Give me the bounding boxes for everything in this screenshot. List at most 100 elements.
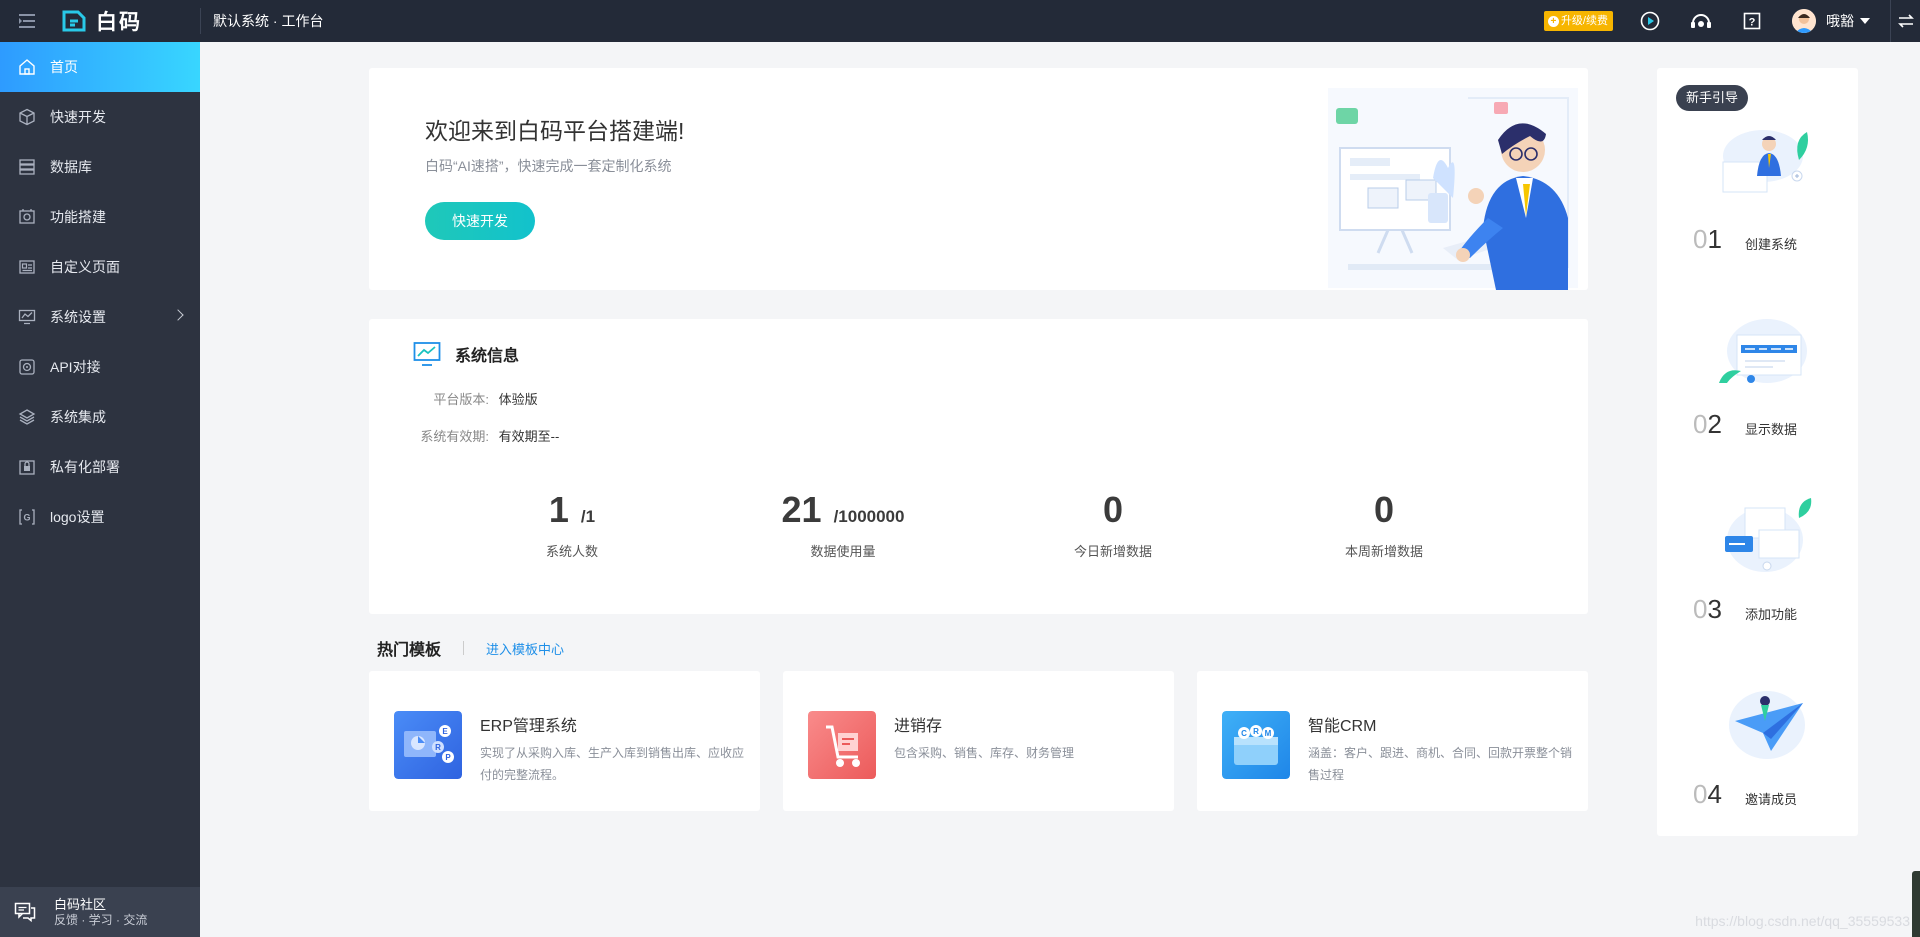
sidebar-item-api[interactable]: API对接 [0,342,200,392]
page-icon [19,260,35,274]
sidebar-item-label: 系统设置 [50,309,106,325]
community-link[interactable]: 白码社区 反馈 · 学习 · 交流 [0,887,200,937]
stat-value: 0 [1102,489,1124,530]
template-desc: 实现了从采购入库、生产入库到销售出库、应收应付的完整流程。 [480,746,745,782]
step-number: 03 [1693,594,1722,624]
headset-icon[interactable] [1690,10,1712,32]
stat-label: 系统人数 [545,544,598,559]
community-title: 白码社区 [54,897,107,912]
stat-data-usage: 21/1000000 数据使用量 [743,489,943,560]
welcome-card: 欢迎来到白码平台搭建端! 白码“AI速搭”，快速完成一套定制化系统 快速开发 [369,68,1588,290]
svg-text:C: C [1241,729,1247,738]
guide-step-show-data[interactable]: 02 显示数据 [1657,311,1858,481]
stat-today-new: 0 今日新增数据 [1013,489,1213,560]
invite-members-illustration-icon [1729,691,1805,759]
sidebar-item-home[interactable]: 首页 [0,42,200,92]
help-icon[interactable]: ? [1741,10,1763,32]
system-title[interactable]: 默认系统 · 工作台 [213,11,323,31]
brand-logo[interactable]: 白码 [56,0,200,42]
stat-label: 本周新增数据 [1344,544,1423,559]
sidebar-item-logo-settings[interactable]: G logo设置 [0,492,200,542]
beginner-guide-panel: 新手引导 01 创建系统 02 显示数据 03 添加功能 04 邀请成员 [1657,68,1858,836]
logo-mark-icon [62,10,86,32]
guide-step-add-function[interactable]: 03 添加功能 [1657,496,1858,666]
sidebar-item-system-settings[interactable]: 系统设置 [0,292,200,342]
step-label: 创建系统 [1745,237,1798,252]
chart-monitor-icon [413,342,441,366]
stat-users: 1/1 系统人数 [472,489,672,560]
upgrade-button[interactable]: + 升级/续费 [1543,11,1613,31]
sidebar: 首页 快速开发 数据库 功能搭建 自定义页面 系统设置 API对接 系统集成 私… [0,42,200,937]
sidebar-item-label: 私有化部署 [50,459,120,475]
user-menu-caret-icon[interactable] [1860,18,1870,24]
template-name: 进销存 [894,718,943,735]
show-data-illustration-icon [1719,319,1807,383]
expire-value: 有效期至-- [498,429,560,444]
switch-icon[interactable] [1890,0,1920,42]
topbar-divider [200,8,201,34]
play-icon[interactable] [1639,10,1661,32]
stat-label: 数据使用量 [810,544,876,559]
sidebar-item-label: 数据库 [50,159,92,175]
stat-value: 1 [548,489,569,530]
svg-text:?: ? [1749,17,1756,29]
developer-illustration-icon [1328,88,1578,290]
welcome-subtitle: 白码“AI速搭”，快速完成一套定制化系统 [425,158,672,174]
template-card-erp[interactable]: E R P ERP管理系统 实现了从采购入库、生产入库到销售出库、应收应付的完整… [369,671,760,811]
template-desc: 涵盖：客户、跟进、商机、合同、回款开票整个销售过程 [1308,746,1573,782]
svg-text:P: P [445,753,451,762]
sidebar-item-label: API对接 [50,359,101,375]
stat-total: /1 [580,507,596,526]
sidebar-item-quick-dev[interactable]: 快速开发 [0,92,200,142]
sidebar-item-label: 自定义页面 [50,259,120,275]
sidebar-item-label: logo设置 [50,509,105,525]
stat-value: 0 [1373,489,1395,530]
username[interactable]: 哦豁 [1826,11,1854,31]
stat-total: /1000000 [833,507,905,526]
home-icon [19,59,35,75]
watermark: https://blog.csdn.net/qq_35559533 [1695,913,1910,929]
guide-step-invite-members[interactable]: 04 邀请成员 [1657,681,1858,851]
create-system-illustration-icon [1722,130,1808,193]
guide-step-create-system[interactable]: 01 创建系统 [1657,126,1858,296]
step-number: 01 [1693,224,1722,254]
svg-text:E: E [442,727,448,736]
template-card-inventory[interactable]: 进销存 包含采购、销售、库存、财务管理 [783,671,1174,811]
step-label: 添加功能 [1745,607,1798,622]
logo-text: 白码 [96,11,142,34]
chevron-right-icon [172,309,184,321]
system-info-card: 系统信息 平台版本: 体验版 系统有效期: 有效期至-- 1/1 系统人数 21… [369,319,1588,614]
topbar-actions: + 升级/续费 ? 哦豁 [1543,0,1920,42]
sidebar-item-private-deploy[interactable]: 私有化部署 [0,442,200,492]
system-info-title: 系统信息 [455,348,520,365]
lock-icon [19,460,35,475]
logo-icon: G [19,509,35,525]
menu-toggle-icon[interactable] [0,0,56,42]
database-icon [19,159,35,175]
erp-icon: E R P [394,711,462,779]
templates-header: 热门模板 进入模板中心 [377,636,564,660]
stat-value: 21 [781,489,822,530]
sidebar-item-label: 快速开发 [50,109,106,125]
template-card-crm[interactable]: C R M 智能CRM 涵盖：客户、跟进、商机、合同、回款开票整个销售过程 [1197,671,1588,811]
template-center-link[interactable]: 进入模板中心 [486,639,564,658]
upgrade-icon: + [1547,15,1559,27]
sidebar-item-label: 系统集成 [50,409,106,425]
sidebar-item-custom-page[interactable]: 自定义页面 [0,242,200,292]
sidebar-item-integration[interactable]: 系统集成 [0,392,200,442]
step-label: 显示数据 [1745,422,1798,437]
upgrade-label: 升级/续费 [1560,15,1608,27]
monitor-icon [18,309,36,325]
layers-icon [18,409,36,425]
svg-text:R: R [1253,727,1259,736]
sidebar-item-build[interactable]: 功能搭建 [0,192,200,242]
expire-label: 系统有效期: [420,429,489,444]
sidebar-item-database[interactable]: 数据库 [0,142,200,192]
quick-dev-button[interactable]: 快速开发 [425,202,535,240]
cube-icon [19,108,35,126]
side-handle[interactable] [1912,871,1920,937]
stat-label: 今日新增数据 [1073,544,1152,559]
avatar[interactable] [1792,9,1816,33]
template-desc: 包含采购、销售、库存、财务管理 [894,746,1075,760]
version-row: 平台版本: 体验版 [413,389,537,408]
